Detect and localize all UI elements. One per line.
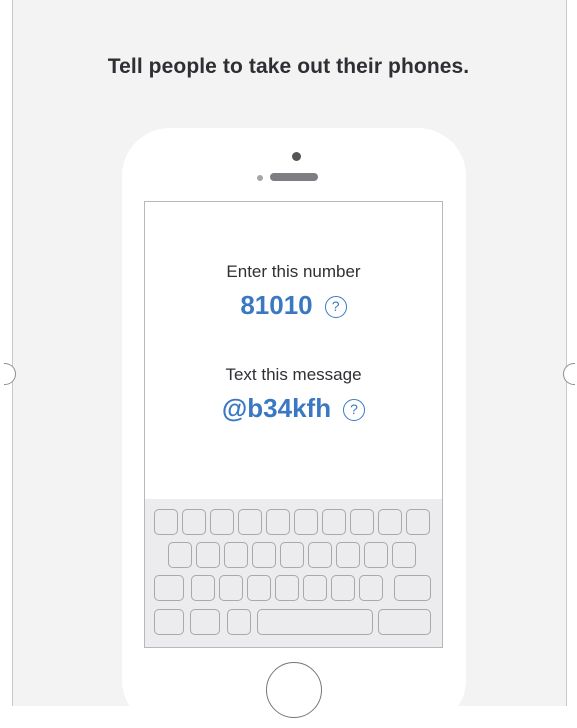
- phone-sensor-icon: [257, 175, 263, 181]
- keyboard-return-key: [378, 609, 431, 635]
- message-row: @b34kfh ?: [145, 393, 442, 424]
- keyboard-key: [322, 509, 346, 535]
- keyboard-key: [191, 575, 215, 601]
- keyboard-key: [359, 575, 383, 601]
- phone-camera-icon: [292, 152, 301, 161]
- message-help-icon[interactable]: ?: [343, 398, 366, 421]
- keyboard-key: [336, 542, 360, 568]
- keyboard-space-key: [257, 609, 373, 635]
- keyboard-key: [154, 509, 178, 535]
- keyboard-key: [238, 509, 262, 535]
- keyboard-key: [219, 575, 243, 601]
- keyboard-key: [247, 575, 271, 601]
- keyboard-key: [378, 509, 402, 535]
- keyboard-key: [266, 509, 290, 535]
- keyboard-key: [294, 509, 318, 535]
- number-label: Enter this number: [226, 262, 361, 281]
- keyboard-shift-key: [154, 575, 184, 601]
- phone-illustration: Enter this number 81010 ? Text this mess…: [122, 128, 466, 728]
- keyboard-key: [190, 609, 220, 635]
- keyboard-illustration: [145, 499, 442, 647]
- number-row: 81010 ?: [145, 290, 442, 321]
- keyboard-key: [224, 542, 248, 568]
- keyboard-key: [275, 575, 299, 601]
- keyboard-key: [252, 542, 276, 568]
- phone-home-button-icon: [266, 662, 322, 718]
- phone-screen: Enter this number 81010 ? Text this mess…: [144, 201, 443, 648]
- keyboard-key: [210, 509, 234, 535]
- keyboard-key: [182, 509, 206, 535]
- keyboard-key: [406, 509, 430, 535]
- keyboard-key: [331, 575, 355, 601]
- keyboard-key: [303, 575, 327, 601]
- keyboard-key: [154, 609, 184, 635]
- instruction-heading: Tell people to take out their phones.: [107, 55, 470, 78]
- keyboard-key: [196, 542, 220, 568]
- keyboard-backspace-key: [394, 575, 431, 601]
- phone-speaker-icon: [270, 173, 318, 181]
- message-label: Text this message: [225, 365, 362, 384]
- keyboard-key: [392, 542, 416, 568]
- keyboard-key: [308, 542, 332, 568]
- keyboard-key: [364, 542, 388, 568]
- number-value: 81010: [240, 290, 313, 320]
- message-value: @b34kfh: [221, 393, 332, 423]
- keyboard-key: [280, 542, 304, 568]
- keyboard-key: [168, 542, 192, 568]
- keyboard-key: [227, 609, 251, 635]
- number-help-icon[interactable]: ?: [324, 295, 347, 318]
- keyboard-key: [350, 509, 374, 535]
